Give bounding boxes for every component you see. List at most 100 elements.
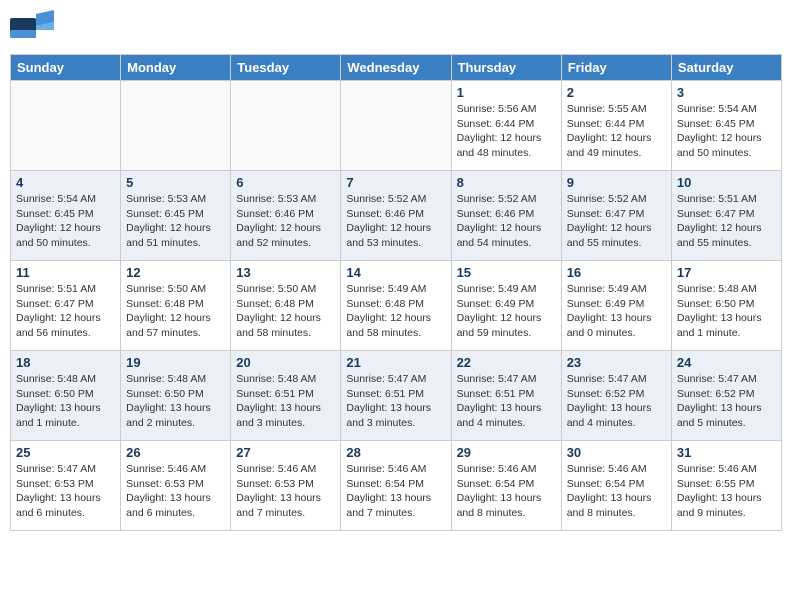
calendar-cell bbox=[11, 81, 121, 171]
calendar-week-row: 4 Sunrise: 5:54 AMSunset: 6:45 PMDaylight… bbox=[11, 171, 782, 261]
col-header-monday: Monday bbox=[121, 55, 231, 81]
day-info: Sunrise: 5:46 AMSunset: 6:54 PMDaylight:… bbox=[346, 462, 445, 521]
day-number: 22 bbox=[457, 355, 556, 370]
col-header-friday: Friday bbox=[561, 55, 671, 81]
day-info: Sunrise: 5:47 AMSunset: 6:51 PMDaylight:… bbox=[457, 372, 556, 431]
day-info: Sunrise: 5:46 AMSunset: 6:54 PMDaylight:… bbox=[567, 462, 666, 521]
calendar-cell: 13Sunrise: 5:50 AMSunset: 6:48 PMDayligh… bbox=[231, 261, 341, 351]
day-info: Sunrise: 5:52 AMSunset: 6:46 PMDaylight:… bbox=[457, 192, 556, 251]
day-info: Sunrise: 5:49 AMSunset: 6:49 PMDaylight:… bbox=[567, 282, 666, 341]
day-info: Sunrise: 5:55 AMSunset: 6:44 PMDaylight:… bbox=[567, 102, 666, 161]
day-number: 12 bbox=[126, 265, 225, 280]
day-number: 26 bbox=[126, 445, 225, 460]
calendar-cell: 11 Sunrise: 5:51 AMSunset: 6:47 PMDayligh… bbox=[11, 261, 121, 351]
day-number: 11 bbox=[16, 265, 115, 280]
day-number: 14 bbox=[346, 265, 445, 280]
day-info: Sunrise: 5:51 AMSunset: 6:47 PMDaylight:… bbox=[16, 282, 115, 341]
day-info: Sunrise: 5:49 AMSunset: 6:49 PMDaylight:… bbox=[457, 282, 556, 341]
calendar-table: SundayMondayTuesdayWednesdayThursdayFrid… bbox=[10, 54, 782, 531]
day-info: Sunrise: 5:46 AMSunset: 6:55 PMDaylight:… bbox=[677, 462, 776, 521]
calendar-cell: 16Sunrise: 5:49 AMSunset: 6:49 PMDayligh… bbox=[561, 261, 671, 351]
day-number: 3 bbox=[677, 85, 776, 100]
calendar-cell: 12 Sunrise: 5:50 AMSunset: 6:48 PMDayligh… bbox=[121, 261, 231, 351]
calendar-cell: 15 Sunrise: 5:49 AMSunset: 6:49 PMDayligh… bbox=[451, 261, 561, 351]
logo-icon bbox=[10, 10, 54, 46]
calendar-cell: 25 Sunrise: 5:47 AMSunset: 6:53 PMDayligh… bbox=[11, 441, 121, 531]
day-number: 25 bbox=[16, 445, 115, 460]
calendar-cell: 24 Sunrise: 5:47 AMSunset: 6:52 PMDayligh… bbox=[671, 351, 781, 441]
day-info: Sunrise: 5:48 AMSunset: 6:51 PMDaylight:… bbox=[236, 372, 335, 431]
day-info: Sunrise: 5:54 AMSunset: 6:45 PMDaylight:… bbox=[677, 102, 776, 161]
col-header-saturday: Saturday bbox=[671, 55, 781, 81]
day-number: 17 bbox=[677, 265, 776, 280]
day-info: Sunrise: 5:52 AMSunset: 6:46 PMDaylight:… bbox=[346, 192, 445, 251]
calendar-cell: 26 Sunrise: 5:46 AMSunset: 6:53 PMDayligh… bbox=[121, 441, 231, 531]
day-number: 1 bbox=[457, 85, 556, 100]
calendar-cell: 31 Sunrise: 5:46 AMSunset: 6:55 PMDayligh… bbox=[671, 441, 781, 531]
day-info: Sunrise: 5:47 AMSunset: 6:52 PMDaylight:… bbox=[677, 372, 776, 431]
calendar-cell: 6 Sunrise: 5:53 AMSunset: 6:46 PMDaylight… bbox=[231, 171, 341, 261]
day-number: 5 bbox=[126, 175, 225, 190]
day-number: 15 bbox=[457, 265, 556, 280]
day-number: 31 bbox=[677, 445, 776, 460]
day-info: Sunrise: 5:54 AMSunset: 6:45 PMDaylight:… bbox=[16, 192, 115, 251]
calendar-cell bbox=[341, 81, 451, 171]
day-number: 24 bbox=[677, 355, 776, 370]
calendar-week-row: 25 Sunrise: 5:47 AMSunset: 6:53 PMDayligh… bbox=[11, 441, 782, 531]
col-header-wednesday: Wednesday bbox=[341, 55, 451, 81]
day-number: 27 bbox=[236, 445, 335, 460]
day-number: 23 bbox=[567, 355, 666, 370]
calendar-cell: 14 Sunrise: 5:49 AMSunset: 6:48 PMDayligh… bbox=[341, 261, 451, 351]
calendar-cell: 5 Sunrise: 5:53 AMSunset: 6:45 PMDaylight… bbox=[121, 171, 231, 261]
day-info: Sunrise: 5:47 AMSunset: 6:52 PMDaylight:… bbox=[567, 372, 666, 431]
day-info: Sunrise: 5:48 AMSunset: 6:50 PMDaylight:… bbox=[16, 372, 115, 431]
day-number: 7 bbox=[346, 175, 445, 190]
day-number: 28 bbox=[346, 445, 445, 460]
day-number: 10 bbox=[677, 175, 776, 190]
calendar-cell: 21Sunrise: 5:47 AMSunset: 6:51 PMDayligh… bbox=[341, 351, 451, 441]
calendar-cell: 27 Sunrise: 5:46 AMSunset: 6:53 PMDayligh… bbox=[231, 441, 341, 531]
calendar-cell: 28 Sunrise: 5:46 AMSunset: 6:54 PMDayligh… bbox=[341, 441, 451, 531]
day-info: Sunrise: 5:53 AMSunset: 6:46 PMDaylight:… bbox=[236, 192, 335, 251]
day-info: Sunrise: 5:46 AMSunset: 6:53 PMDaylight:… bbox=[126, 462, 225, 521]
calendar-cell bbox=[121, 81, 231, 171]
calendar-cell: 18Sunrise: 5:48 AMSunset: 6:50 PMDayligh… bbox=[11, 351, 121, 441]
day-number: 2 bbox=[567, 85, 666, 100]
calendar-cell: 4 Sunrise: 5:54 AMSunset: 6:45 PMDaylight… bbox=[11, 171, 121, 261]
day-number: 19 bbox=[126, 355, 225, 370]
day-info: Sunrise: 5:46 AMSunset: 6:53 PMDaylight:… bbox=[236, 462, 335, 521]
calendar-header-row: SundayMondayTuesdayWednesdayThursdayFrid… bbox=[11, 55, 782, 81]
day-number: 4 bbox=[16, 175, 115, 190]
calendar-cell: 10Sunrise: 5:51 AMSunset: 6:47 PMDayligh… bbox=[671, 171, 781, 261]
calendar-week-row: 11 Sunrise: 5:51 AMSunset: 6:47 PMDayligh… bbox=[11, 261, 782, 351]
calendar-cell: 7 Sunrise: 5:52 AMSunset: 6:46 PMDaylight… bbox=[341, 171, 451, 261]
calendar-cell: 9 Sunrise: 5:52 AMSunset: 6:47 PMDaylight… bbox=[561, 171, 671, 261]
day-info: Sunrise: 5:46 AMSunset: 6:54 PMDaylight:… bbox=[457, 462, 556, 521]
day-info: Sunrise: 5:56 AMSunset: 6:44 PMDaylight:… bbox=[457, 102, 556, 161]
day-info: Sunrise: 5:47 AMSunset: 6:53 PMDaylight:… bbox=[16, 462, 115, 521]
calendar-cell: 22 Sunrise: 5:47 AMSunset: 6:51 PMDayligh… bbox=[451, 351, 561, 441]
calendar-cell bbox=[231, 81, 341, 171]
day-info: Sunrise: 5:52 AMSunset: 6:47 PMDaylight:… bbox=[567, 192, 666, 251]
day-number: 21 bbox=[346, 355, 445, 370]
day-info: Sunrise: 5:53 AMSunset: 6:45 PMDaylight:… bbox=[126, 192, 225, 251]
calendar-cell: 8 Sunrise: 5:52 AMSunset: 6:46 PMDaylight… bbox=[451, 171, 561, 261]
col-header-sunday: Sunday bbox=[11, 55, 121, 81]
day-info: Sunrise: 5:50 AMSunset: 6:48 PMDaylight:… bbox=[236, 282, 335, 341]
day-info: Sunrise: 5:48 AMSunset: 6:50 PMDaylight:… bbox=[126, 372, 225, 431]
day-number: 30 bbox=[567, 445, 666, 460]
day-number: 9 bbox=[567, 175, 666, 190]
calendar-cell: 30 Sunrise: 5:46 AMSunset: 6:54 PMDayligh… bbox=[561, 441, 671, 531]
day-info: Sunrise: 5:49 AMSunset: 6:48 PMDaylight:… bbox=[346, 282, 445, 341]
day-number: 20 bbox=[236, 355, 335, 370]
day-info: Sunrise: 5:50 AMSunset: 6:48 PMDaylight:… bbox=[126, 282, 225, 341]
calendar-cell: 19 Sunrise: 5:48 AMSunset: 6:50 PMDayligh… bbox=[121, 351, 231, 441]
day-number: 8 bbox=[457, 175, 556, 190]
calendar-cell: 17 Sunrise: 5:48 AMSunset: 6:50 PMDayligh… bbox=[671, 261, 781, 351]
day-number: 6 bbox=[236, 175, 335, 190]
day-info: Sunrise: 5:48 AMSunset: 6:50 PMDaylight:… bbox=[677, 282, 776, 341]
calendar-cell: 29 Sunrise: 5:46 AMSunset: 6:54 PMDayligh… bbox=[451, 441, 561, 531]
day-number: 29 bbox=[457, 445, 556, 460]
calendar-cell: 1 Sunrise: 5:56 AMSunset: 6:44 PMDaylight… bbox=[451, 81, 561, 171]
page-header bbox=[10, 10, 782, 46]
